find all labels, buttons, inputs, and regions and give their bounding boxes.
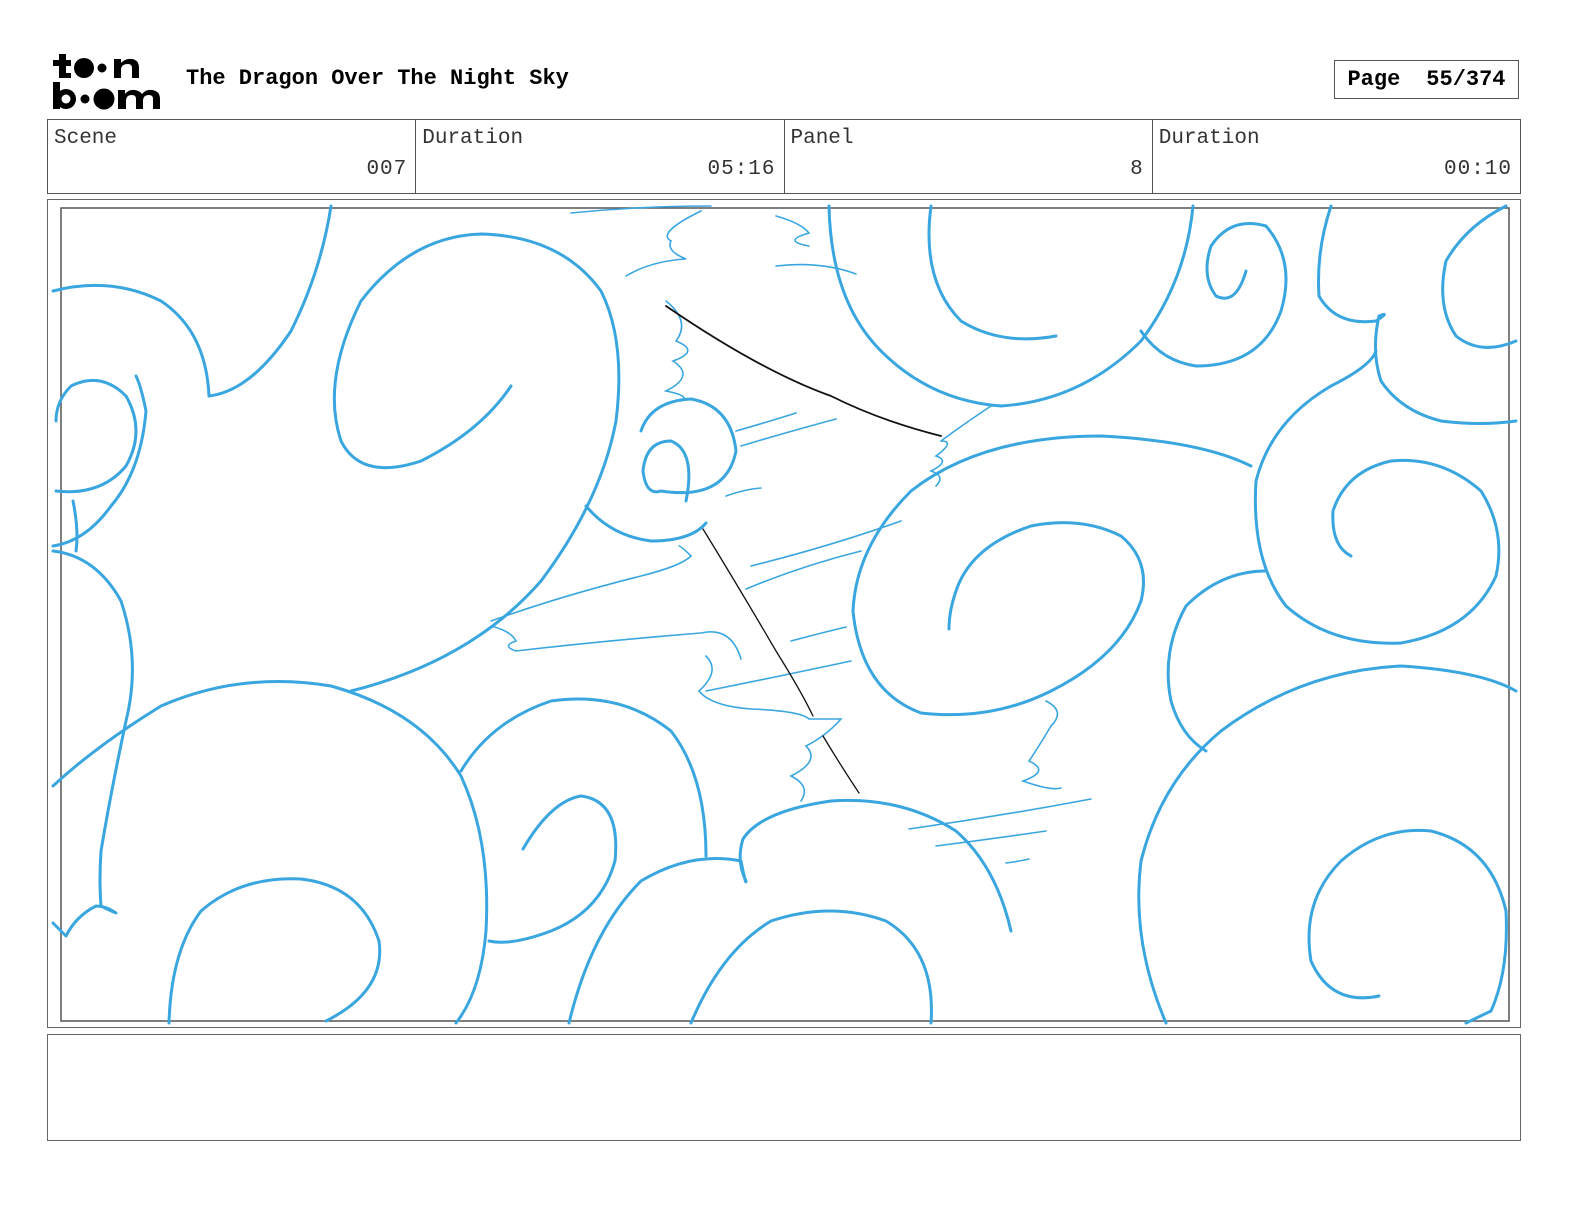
panel-label: Panel	[790, 127, 854, 150]
scene-duration-value: 05:16	[707, 158, 776, 181]
panel-duration-value: 00:10	[1443, 158, 1512, 181]
panel-duration-cell: Duration 00:10	[1153, 120, 1520, 193]
project-title: The Dragon Over The Night Sky	[186, 66, 569, 91]
page-indicator: Page 55/374	[1334, 60, 1519, 99]
action-lines	[665, 305, 942, 794]
page-label: Page	[1347, 67, 1401, 92]
scene-duration-label: Duration	[422, 127, 524, 150]
storyboard-panel	[47, 199, 1521, 1028]
speed-lines	[490, 205, 1092, 864]
panel-duration-label: Duration	[1158, 127, 1260, 150]
panel-cell: Panel 8	[785, 120, 1153, 193]
panel-info-row: Scene 007 Duration 05:16 Panel 8 Duratio…	[47, 119, 1521, 194]
toonboom-logo	[53, 54, 160, 110]
scene-value: 007	[366, 158, 408, 181]
scene-duration-cell: Duration 05:16	[416, 120, 785, 193]
cloud-swirls	[51, 204, 1518, 1025]
page-number: 55/374	[1426, 67, 1506, 92]
panel-notes[interactable]	[47, 1034, 1521, 1141]
scene-cell: Scene 007	[48, 120, 417, 193]
cloud-sketch	[51, 204, 1518, 1025]
panel-value: 8	[1130, 158, 1144, 181]
scene-label: Scene	[54, 127, 118, 150]
camera-frame	[60, 207, 1510, 1022]
